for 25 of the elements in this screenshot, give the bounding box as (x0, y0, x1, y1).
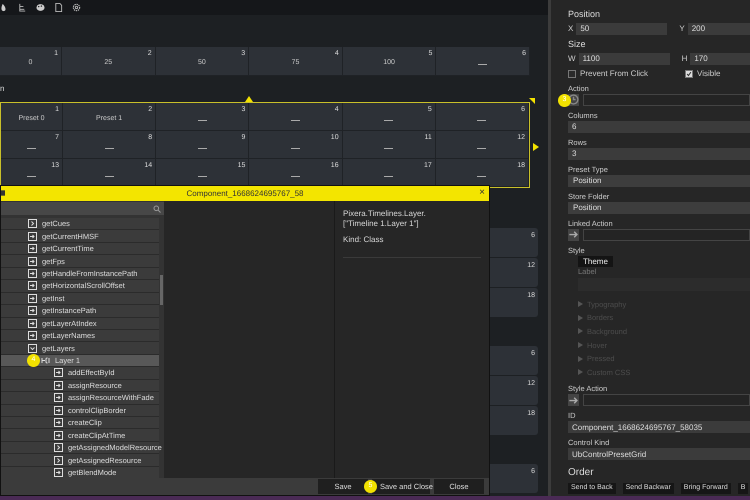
dialog-title: Component_1668624695767_58 (186, 188, 304, 198)
select-field[interactable]: Position (568, 174, 750, 187)
section-heading: Position (568, 9, 602, 21)
text-field[interactable]: 3 (568, 148, 750, 160)
section-heading: Order (568, 467, 595, 480)
number-field[interactable]: 1100 (578, 53, 670, 65)
text-field[interactable]: 6 (568, 120, 750, 133)
section-label: n (0, 83, 6, 95)
text-field[interactable]: Component_1668624695767_58035 (568, 421, 750, 434)
section-heading: Size (568, 39, 587, 51)
text-field[interactable]: UbControlPresetGrid (568, 448, 750, 460)
field-label: W (568, 54, 576, 64)
checkbox-label: Prevent From Click (580, 69, 648, 79)
field-label: Y (679, 24, 685, 34)
number-field[interactable]: 200 (688, 23, 750, 35)
theme-tab[interactable]: Theme (578, 256, 613, 268)
checkbox-label: Visible (697, 69, 720, 79)
field-label: H (682, 54, 688, 64)
select-field[interactable]: Position (568, 202, 750, 214)
kind-text: Kind: Class (343, 235, 384, 245)
object-path-text: Pixera.Timelines.Layer. ["Timeline 1.Layer 1"] (343, 209, 427, 228)
field-label: X (568, 24, 574, 34)
number-field[interactable]: 170 (690, 53, 750, 65)
number-field[interactable]: 50 (576, 23, 668, 35)
close-button[interactable]: × (479, 186, 485, 200)
